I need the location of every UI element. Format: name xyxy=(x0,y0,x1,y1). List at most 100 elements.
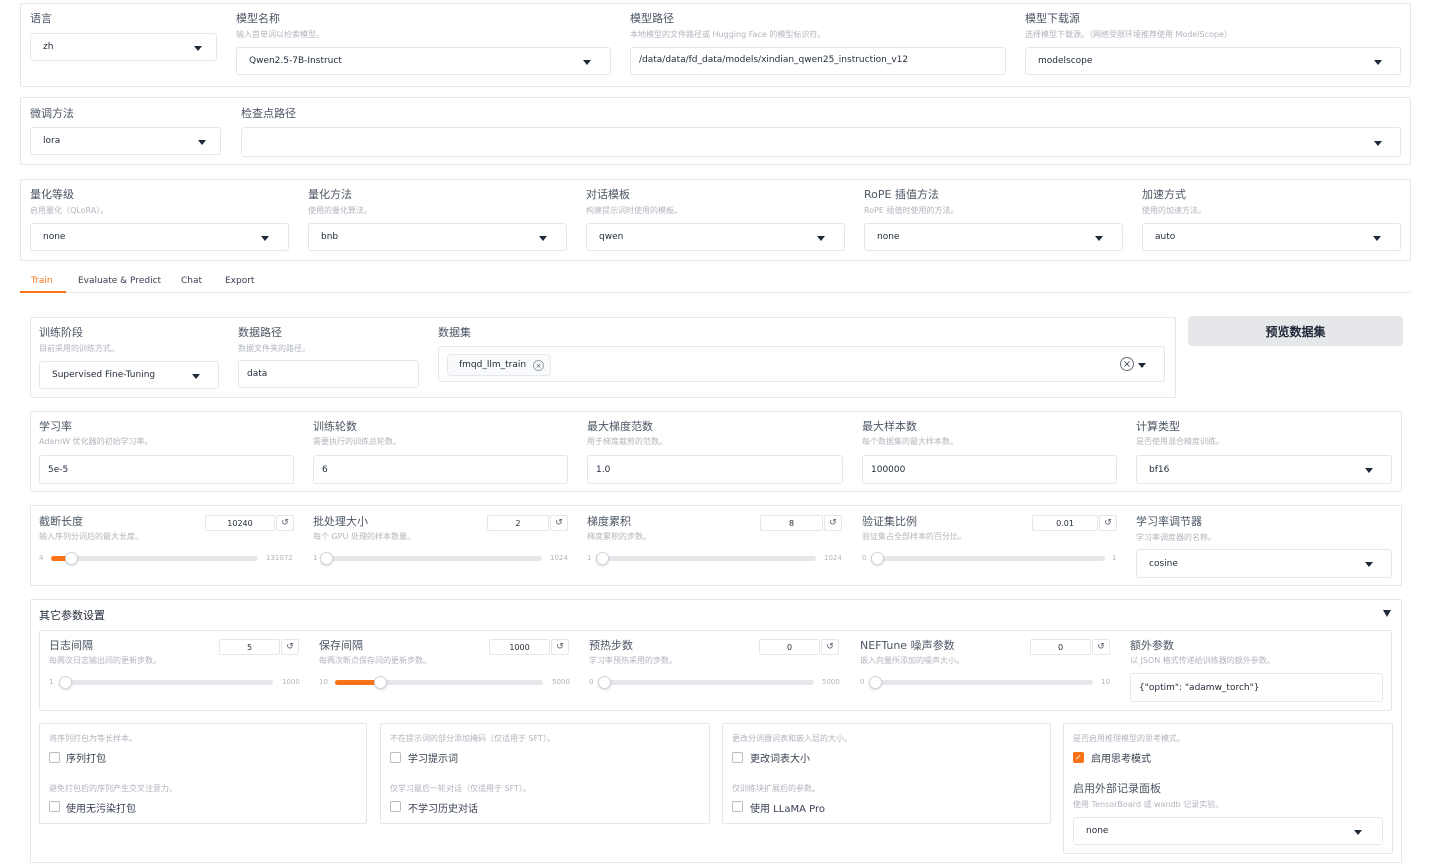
dataset-chip-label: fmqd_llm_train xyxy=(459,360,527,370)
slider-label: 截断长度 xyxy=(39,515,83,528)
reset-icon[interactable]: ↺ xyxy=(281,639,299,655)
slider-number-input[interactable]: 0 xyxy=(1030,639,1091,655)
finetune-method-select[interactable]: lora xyxy=(30,127,221,155)
slider-max: 1 xyxy=(1112,554,1117,562)
compute-type-label: 计算类型 xyxy=(1136,420,1180,433)
slider-thumb[interactable] xyxy=(869,676,882,689)
chevron-down-icon xyxy=(583,60,591,65)
reset-icon[interactable]: ↺ xyxy=(1099,515,1117,531)
slider-track xyxy=(60,680,273,685)
chevron-down-icon xyxy=(198,140,206,145)
reset-icon[interactable]: ↺ xyxy=(821,639,839,655)
slider-number-input[interactable]: 0.01 xyxy=(1032,515,1098,531)
chevron-down-icon xyxy=(1373,236,1381,241)
chevron-down-icon xyxy=(192,374,200,379)
checkpoint-select[interactable] xyxy=(241,127,1401,157)
slider-min: 0 xyxy=(589,678,594,686)
report-hint: 使用 TensorBoard 或 wandb 记录实验。 xyxy=(1073,800,1224,809)
slider-label: 批处理大小 xyxy=(313,515,368,528)
report-select[interactable]: none xyxy=(1073,817,1383,845)
tab-train-underline xyxy=(20,291,66,293)
lr-input[interactable]: 5e-5 xyxy=(39,455,294,484)
resize-vocab-hint: 更改分词器词表和嵌入层的大小。 xyxy=(732,734,852,743)
reset-icon[interactable]: ↺ xyxy=(1092,639,1110,655)
lr-hint: AdamW 优化器的初始学习率。 xyxy=(39,437,153,446)
slider-thumb[interactable] xyxy=(595,552,609,565)
quant-method-select[interactable]: bnb xyxy=(308,223,567,251)
train-prompt-hint: 不在提示词的部分添加掩码（仅适用于 SFT）。 xyxy=(390,734,555,743)
stage-select[interactable]: Supervised Fine-Tuning xyxy=(39,361,219,389)
max-samples-input[interactable]: 100000 xyxy=(862,455,1117,484)
model-source-hint: 选择模型下载源。（网络受限环境推荐使用 ModelScope） xyxy=(1025,30,1232,39)
model-path-value: /data/data/fd_data/models/xindian_qwen25… xyxy=(639,55,909,65)
tab-train[interactable]: Train xyxy=(31,276,53,286)
slider-hint: 每两次日志输出间的更新步数。 xyxy=(49,656,161,665)
booster-select[interactable]: auto xyxy=(1142,223,1401,251)
data-dir-input[interactable]: data xyxy=(238,360,419,388)
rope-select[interactable]: none xyxy=(864,223,1123,251)
neat-packing-checkbox[interactable] xyxy=(49,801,60,812)
stage-hint: 目前采用的训练方式。 xyxy=(39,344,119,353)
slider-number-input[interactable]: 8 xyxy=(760,515,823,531)
reset-icon[interactable]: ↺ xyxy=(824,515,842,531)
chevron-down-icon xyxy=(1095,236,1103,241)
max-grad-input[interactable]: 1.0 xyxy=(587,455,843,484)
slider-min: 1 xyxy=(49,678,54,686)
llama-pro-checkbox[interactable] xyxy=(732,801,743,812)
language-select[interactable]: zh xyxy=(30,33,217,61)
tab-export[interactable]: Export xyxy=(225,276,254,286)
dataset-multiselect[interactable]: fmqd_llm_train × × xyxy=(438,346,1165,382)
check-icon: ✓ xyxy=(1075,753,1082,762)
resize-vocab-checkbox[interactable] xyxy=(732,752,743,763)
template-value: qwen xyxy=(599,232,624,242)
slider-max: 5000 xyxy=(552,678,570,686)
compute-type-select[interactable]: bf16 xyxy=(1136,455,1392,484)
last-turn-checkbox[interactable] xyxy=(390,801,401,812)
model-path-input[interactable]: /data/data/fd_data/models/xindian_qwen25… xyxy=(630,47,1006,75)
slider-hint: 梯度累积的步数。 xyxy=(587,532,651,541)
tab-evaluate-predict[interactable]: Evaluate & Predict xyxy=(78,276,161,286)
chip-remove-icon[interactable]: × xyxy=(533,360,545,371)
template-select[interactable]: qwen xyxy=(586,223,845,251)
preview-dataset-button[interactable]: 预览数据集 xyxy=(1188,316,1403,346)
slider-number-input[interactable]: 10240 xyxy=(205,515,275,531)
slider-number-input[interactable]: 0 xyxy=(759,639,820,655)
dataset-chip[interactable]: fmqd_llm_train × xyxy=(447,354,552,376)
model-name-select[interactable]: Qwen2.5-7B-Instruct xyxy=(236,47,611,75)
slider-thumb[interactable] xyxy=(58,676,72,689)
tab-chat[interactable]: Chat xyxy=(181,276,202,286)
resize-vocab-label: 更改词表大小 xyxy=(750,754,810,765)
reset-icon[interactable]: ↺ xyxy=(551,639,569,655)
slider-thumb[interactable] xyxy=(598,676,611,689)
scheduler-select[interactable]: cosine xyxy=(1136,549,1392,578)
scheduler-hint: 学习率调度器的名称。 xyxy=(1136,533,1216,542)
clear-icon[interactable]: × xyxy=(1120,357,1134,371)
packing-checkbox[interactable] xyxy=(49,752,60,763)
reset-icon[interactable]: ↺ xyxy=(276,515,294,531)
scheduler-value: cosine xyxy=(1149,558,1178,569)
finetune-method-label: 微调方法 xyxy=(30,107,74,120)
chevron-down-icon xyxy=(1354,830,1362,835)
rope-label: RoPE 插值方法 xyxy=(864,188,939,201)
reset-icon[interactable]: ↺ xyxy=(550,515,568,531)
thinking-hint: 是否启用推理模型的思考模式。 xyxy=(1073,734,1185,743)
max-samples-hint: 每个数据集的最大样本数。 xyxy=(862,437,958,446)
epochs-hint: 需要执行的训练总轮数。 xyxy=(313,437,401,446)
thinking-checkbox[interactable]: ✓ xyxy=(1073,752,1084,763)
packing-hint: 将序列打包为等长样本。 xyxy=(49,734,137,743)
chevron-down-icon xyxy=(1365,468,1373,473)
slider-number-input[interactable]: 2 xyxy=(487,515,549,531)
slider-number-input[interactable]: 1000 xyxy=(489,639,550,655)
extra-accordion-title[interactable]: 其它参数设置 xyxy=(39,607,105,623)
quant-bit-select[interactable]: none xyxy=(30,223,289,251)
epochs-input[interactable]: 6 xyxy=(313,455,568,484)
slider-number-input[interactable]: 5 xyxy=(219,639,280,655)
finetune-method-value: lora xyxy=(43,136,61,146)
collapse-triangle-icon[interactable] xyxy=(1383,610,1391,617)
extra-args-value: {"optim": "adamw_torch"} xyxy=(1139,682,1260,693)
train-prompt-checkbox[interactable] xyxy=(390,752,401,763)
train-prompt-label: 学习提示词 xyxy=(408,754,458,765)
model-source-select[interactable]: modelscope xyxy=(1025,47,1401,75)
extra-args-input[interactable]: {"optim": "adamw_torch"} xyxy=(1130,673,1383,702)
quant-method-value: bnb xyxy=(321,232,339,242)
